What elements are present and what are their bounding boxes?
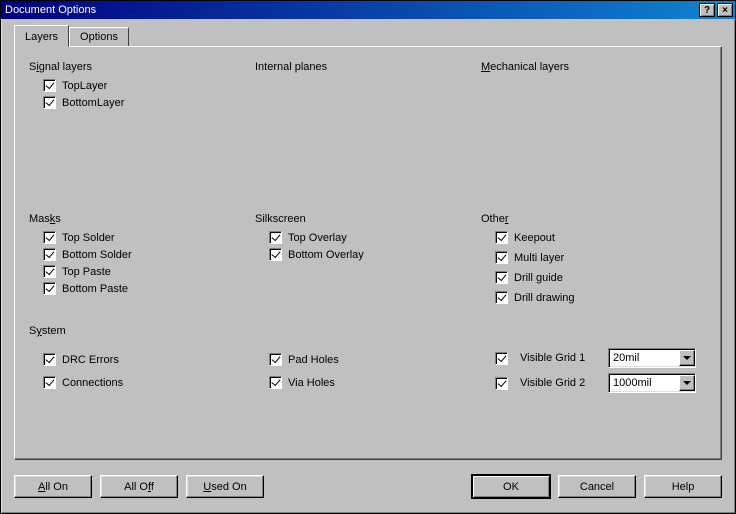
button-bar: All On All Off Used On OK Cancel Help bbox=[14, 475, 722, 498]
group-label-mechanical: Mechanical layers bbox=[481, 61, 569, 73]
all-on-button[interactable]: All On bbox=[14, 475, 92, 498]
checkbox-top-solder[interactable]: Top Solder bbox=[43, 231, 255, 244]
group-mechanical-layers: Mechanical layers bbox=[481, 61, 707, 113]
checkbox-visible-grid-1[interactable] bbox=[495, 352, 508, 365]
check-icon bbox=[43, 248, 56, 261]
group-label-masks: Masks bbox=[29, 213, 61, 225]
check-icon bbox=[495, 291, 508, 304]
checkbox-bottom-overlay[interactable]: Bottom Overlay bbox=[269, 248, 481, 261]
check-icon bbox=[43, 282, 56, 295]
check-icon bbox=[43, 96, 56, 109]
checkbox-toplayer[interactable]: TopLayer bbox=[43, 79, 255, 92]
checkbox-multi-layer[interactable]: Multi layer bbox=[495, 251, 707, 264]
group-signal-layers: Signal layers TopLayer BottomLayer bbox=[29, 61, 255, 113]
check-icon bbox=[495, 231, 508, 244]
check-icon bbox=[495, 271, 508, 284]
help-titlebar-button[interactable]: ? bbox=[699, 3, 715, 17]
group-label-silkscreen: Silkscreen bbox=[255, 213, 306, 225]
chevron-down-icon[interactable] bbox=[679, 350, 695, 366]
check-icon bbox=[43, 79, 56, 92]
group-silkscreen: Silkscreen Top Overlay Bottom Overlay bbox=[255, 213, 481, 311]
group-internal-planes: Internal planes bbox=[255, 61, 481, 113]
checkbox-pad-holes[interactable]: Pad Holes bbox=[269, 353, 481, 366]
group-label-other: Other bbox=[481, 213, 509, 225]
checkbox-drill-guide[interactable]: Drill guide bbox=[495, 271, 707, 284]
checkbox-bottom-solder[interactable]: Bottom Solder bbox=[43, 248, 255, 261]
titlebar: Document Options ? × bbox=[1, 1, 735, 19]
ok-button[interactable]: OK bbox=[472, 475, 550, 498]
checkbox-via-holes[interactable]: Via Holes bbox=[269, 376, 481, 389]
cancel-button[interactable]: Cancel bbox=[558, 475, 636, 498]
tab-layers[interactable]: Layers bbox=[14, 25, 69, 47]
checkbox-drill-drawing[interactable]: Drill drawing bbox=[495, 291, 707, 304]
checkbox-drc-errors[interactable]: DRC Errors bbox=[43, 353, 255, 366]
check-icon bbox=[495, 251, 508, 264]
group-masks: Masks Top Solder Bottom Solder Top Paste… bbox=[29, 213, 255, 311]
chevron-down-icon[interactable] bbox=[679, 375, 695, 391]
checkbox-bottomlayer[interactable]: BottomLayer bbox=[43, 96, 255, 109]
checkbox-connections[interactable]: Connections bbox=[43, 376, 255, 389]
used-on-button[interactable]: Used On bbox=[186, 475, 264, 498]
checkbox-keepout[interactable]: Keepout bbox=[495, 231, 707, 244]
group-label-signal: Signal layers bbox=[29, 61, 92, 73]
check-icon bbox=[269, 248, 282, 261]
tab-options[interactable]: Options bbox=[69, 27, 129, 46]
check-icon bbox=[43, 231, 56, 244]
check-icon bbox=[269, 376, 282, 389]
check-icon bbox=[43, 376, 56, 389]
check-icon bbox=[269, 353, 282, 366]
close-titlebar-button[interactable]: × bbox=[717, 3, 733, 17]
group-other: Other Keepout Multi layer Drill guide Dr… bbox=[481, 213, 707, 311]
combo-visible-grid-1[interactable]: 20mil bbox=[608, 348, 696, 368]
checkbox-visible-grid-2[interactable] bbox=[495, 377, 508, 390]
group-label-system: System bbox=[29, 325, 66, 337]
label-visible-grid-2: Visible Grid 2 bbox=[520, 377, 598, 389]
group-system: System DRC Errors Connections Pad Holes … bbox=[29, 325, 707, 399]
tabstrip: Layers Options bbox=[14, 27, 129, 46]
tab-pane-layers: Signal layers TopLayer BottomLayer Inter… bbox=[14, 46, 722, 460]
check-icon bbox=[269, 231, 282, 244]
client-area: Layers Options Signal layers TopLayer Bo… bbox=[4, 19, 732, 510]
combo-visible-grid-2[interactable]: 1000mil bbox=[608, 373, 696, 393]
titlebar-text: Document Options bbox=[5, 4, 697, 16]
checkbox-bottom-paste[interactable]: Bottom Paste bbox=[43, 282, 255, 295]
check-icon bbox=[43, 265, 56, 278]
group-label-internal: Internal planes bbox=[255, 61, 327, 73]
check-icon bbox=[43, 353, 56, 366]
all-off-button[interactable]: All Off bbox=[100, 475, 178, 498]
help-button[interactable]: Help bbox=[644, 475, 722, 498]
dialog-window: Document Options ? × Layers Options Sign… bbox=[0, 0, 736, 514]
label-visible-grid-1: Visible Grid 1 bbox=[520, 352, 598, 364]
checkbox-top-paste[interactable]: Top Paste bbox=[43, 265, 255, 278]
checkbox-top-overlay[interactable]: Top Overlay bbox=[269, 231, 481, 244]
